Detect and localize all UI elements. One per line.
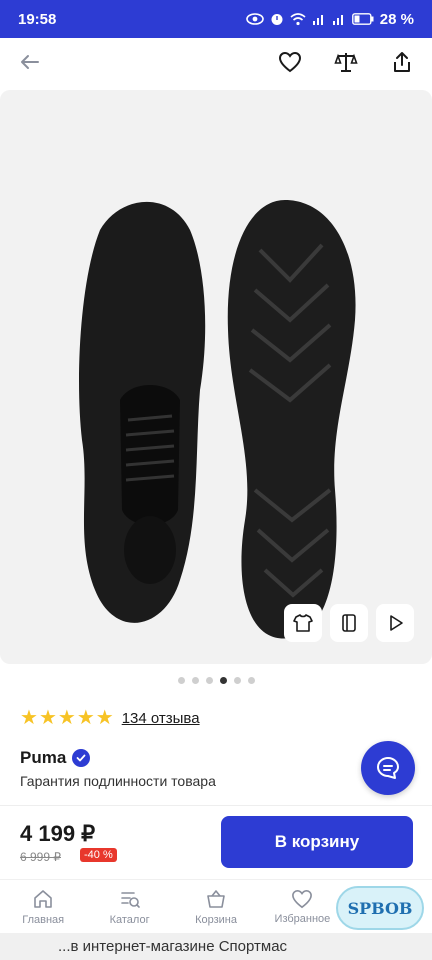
photos-button[interactable] — [330, 604, 368, 642]
compare-button[interactable] — [332, 48, 360, 76]
basket-icon — [207, 889, 225, 908]
carousel-dot[interactable] — [233, 677, 241, 684]
brand-row[interactable]: Puma — [20, 748, 91, 768]
tab-favorites[interactable]: Избранное — [259, 880, 345, 933]
status-time: 19:58 — [18, 10, 57, 28]
add-to-cart-button[interactable]: В корзину — [221, 816, 413, 868]
authenticity-guarantee: Гарантия подлинности товара — [20, 773, 216, 789]
chat-icon — [377, 757, 399, 779]
discount-badge: -40 % — [80, 848, 117, 862]
reviews-link[interactable]: 134 отзыва — [122, 710, 200, 727]
old-price: 6 999 ₽ — [20, 850, 61, 864]
play-icon — [390, 615, 403, 631]
price: 4 199 ₽ — [20, 821, 96, 846]
favorite-button[interactable] — [276, 48, 304, 76]
battery-percent: 28 % — [379, 10, 414, 28]
scales-icon — [334, 53, 358, 72]
rating-stars: ★ ★ ★ ★ ★ — [20, 708, 114, 728]
carousel-dot-active[interactable] — [219, 677, 227, 684]
tab-cart-label: Корзина — [195, 913, 237, 926]
carousel-dot[interactable] — [191, 677, 199, 684]
tab-catalog-label: Каталог — [109, 913, 150, 926]
carousel-dot[interactable] — [177, 677, 185, 684]
buy-bar: 4 199 ₽ 6 999 ₽ -40 % В корзину — [0, 805, 432, 879]
carousel-dot[interactable] — [247, 677, 255, 684]
home-icon — [34, 889, 53, 908]
verified-icon — [72, 749, 91, 767]
wifi-icon — [290, 12, 306, 26]
tab-home[interactable]: Главная — [0, 880, 86, 933]
heart-icon — [278, 51, 302, 73]
watermark-logo: SPBOB — [336, 886, 424, 930]
top-bar — [0, 38, 432, 86]
star-icon: ★ — [95, 707, 114, 729]
size-guide-button[interactable] — [284, 604, 322, 642]
catalog-icon — [120, 891, 140, 908]
status-bar: 19:58 28 % — [0, 0, 432, 38]
brand-name[interactable]: Puma — [20, 748, 66, 768]
alarm-icon — [270, 12, 284, 26]
rating-row: ★ ★ ★ ★ ★ 134 отзыва — [20, 708, 200, 728]
footer-note: ...в интернет-магазине Спортмас — [0, 933, 432, 960]
share-icon — [394, 52, 410, 72]
video-button[interactable] — [376, 604, 414, 642]
star-icon: ★ — [38, 707, 57, 729]
tab-cart[interactable]: Корзина — [173, 880, 259, 933]
star-icon: ★ — [20, 707, 38, 729]
tab-catalog[interactable]: Каталог — [86, 880, 172, 933]
tab-favorites-label: Избранное — [274, 912, 331, 925]
signal-icon — [312, 13, 326, 25]
signal-icon-2 — [332, 13, 346, 25]
product-image — [79, 200, 356, 639]
battery-icon — [351, 13, 374, 25]
carousel-dot[interactable] — [205, 677, 213, 684]
back-button[interactable] — [16, 48, 44, 76]
tab-home-label: Главная — [22, 913, 65, 926]
arrow-left-icon — [21, 55, 39, 69]
product-gallery[interactable] — [0, 90, 432, 664]
star-icon: ★ — [76, 707, 95, 729]
tshirt-icon — [293, 614, 313, 632]
carousel-dots — [0, 677, 432, 684]
eye-icon — [245, 13, 264, 25]
share-button[interactable] — [388, 48, 416, 76]
cards-icon — [342, 614, 356, 632]
chat-button[interactable] — [361, 741, 415, 795]
star-icon: ★ — [57, 707, 76, 729]
heart-icon — [292, 889, 313, 908]
